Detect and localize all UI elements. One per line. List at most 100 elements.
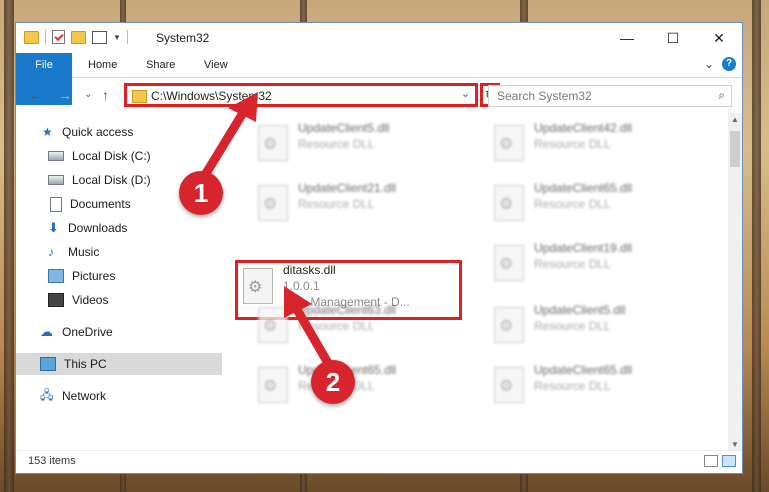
sidebar-item-music[interactable]: ♪ Music 📌 [16,241,244,263]
file-name: UpdateClient21.dll [298,181,397,195]
file-item[interactable]: UpdateClient65.dll Resource DLL [486,179,696,231]
search-icon[interactable]: ⌕ [718,88,725,103]
search-input[interactable]: Search System32 ⌕ [488,85,732,107]
sidebar-item-network[interactable]: 🖧 Network [16,385,236,407]
dll-file-icon [258,125,288,161]
sidebar-item-quick-access[interactable]: ★ Quick access [16,121,238,143]
minimize-button[interactable]: — [604,23,650,53]
quick-access-toolbar: ▼ [24,30,128,44]
disk-icon [48,175,64,185]
sidebar-item-pictures[interactable]: Pictures 📌 [16,265,244,287]
tab-share[interactable]: Share [132,53,189,77]
dll-file-icon [494,185,524,221]
folder-icon[interactable] [24,30,39,44]
address-path[interactable]: C:\Windows\System32 [151,89,272,103]
forward-button[interactable]: → [58,87,72,103]
sidebar-item-onedrive[interactable]: ☁ OneDrive [16,321,236,343]
status-bar: 153 items [16,450,742,473]
file-item[interactable]: UpdateClient65.dll Resource DLL [486,361,696,413]
expand-ribbon-chevron-icon[interactable]: ⌄ [704,57,714,71]
file-name: UpdateClient5.dll [298,121,390,135]
scrollbar-thumb[interactable] [730,131,740,167]
sidebar-item-videos[interactable]: Videos 📌 [16,289,244,311]
disk-icon [48,151,64,161]
dll-file-icon [258,307,288,343]
star-icon: ★ [42,125,53,139]
file-name: UpdateClient63.dll [298,303,397,317]
dll-file-icon [243,268,273,304]
item-count: 153 items [28,455,76,467]
customize-toolbar-chevron-icon[interactable]: ▼ [113,33,121,42]
file-description: Resource DLL [534,197,611,211]
file-item[interactable]: UpdateClient5.dll Resource DLL [486,301,696,353]
tab-view[interactable]: View [190,53,242,77]
help-icon[interactable]: ? [722,57,736,71]
folder-icon [132,90,147,103]
dll-file-icon [258,367,288,403]
sidebar-item-label: Pictures [72,269,116,283]
properties-icon[interactable] [52,30,65,44]
recent-locations-chevron-icon[interactable]: ⌄ [84,89,92,100]
sidebar-item-label: OneDrive [62,325,113,339]
computer-icon [40,357,56,371]
pictures-icon [48,269,64,283]
maximize-button[interactable]: ☐ [650,23,696,53]
file-description: Resource DLL [534,257,611,271]
step-marker-2: 2 [311,360,355,404]
sidebar-item-this-pc[interactable]: This PC [16,353,236,375]
dll-file-icon [494,125,524,161]
background-tree [4,0,14,492]
file-item[interactable]: UpdateClient5.dll Resource DLL [250,119,460,171]
scroll-up-arrow-icon[interactable]: ▲ [731,115,739,124]
dll-file-icon [494,367,524,403]
view-options-icon[interactable] [92,30,107,44]
window-controls: — ☐ ✕ [604,23,742,53]
videos-icon [48,293,64,307]
view-toggle [704,455,736,467]
file-name: UpdateClient19.dll [534,241,633,255]
close-button[interactable]: ✕ [696,23,742,53]
file-version: 1.0.0.1 [283,279,320,293]
file-list: UpdateClient5.dll Resource DLL UpdateCli… [222,113,728,451]
vertical-scrollbar[interactable]: ▲ ▼ [728,113,742,451]
sidebar-item-local-disk-c[interactable]: Local Disk (C:) 📌 [16,145,244,167]
sidebar-item-downloads[interactable]: ⬇ Downloads 📌 [16,217,244,239]
scroll-down-arrow-icon[interactable]: ▼ [731,440,739,449]
address-row: ← → ⌄ ↑ C:\Windows\System32 ⌄ ↻ Search S… [16,78,742,112]
file-item[interactable]: UpdateClient19.dll Resource DLL [486,239,696,291]
file-item[interactable]: UpdateClient63.dll Resource DLL [250,301,460,353]
details-view-icon[interactable] [704,455,718,467]
tab-home[interactable]: Home [74,53,131,77]
sidebar-item-label: Downloads [68,221,128,235]
sidebar-item-label: Documents [70,197,131,211]
sidebar-item-label: Videos [72,293,109,307]
file-description: Resource DLL [534,319,611,333]
new-folder-icon[interactable] [71,30,86,44]
file-name: ditasks.dll [283,263,336,277]
title-bar: ▼ System32 — ☐ ✕ [16,23,742,53]
large-icons-view-icon[interactable] [722,455,736,467]
file-name: UpdateClient65.dll [534,181,633,195]
file-item[interactable]: UpdateClient21.dll Resource DLL [250,179,460,231]
file-item[interactable]: UpdateClient65.dll Resource DLL [250,361,460,413]
file-item[interactable]: UpdateClient42.dll Resource DLL [486,119,696,171]
ribbon-bar: File Home Share View ⌄ ? [16,53,742,105]
background-tree [752,0,761,492]
sidebar-item-label: Quick access [62,125,134,139]
sidebar-item-label: Local Disk (C:) [72,149,151,163]
sidebar-item-label: This PC [64,357,107,371]
address-bar[interactable]: C:\Windows\System32 ⌄ [124,83,478,107]
file-name: UpdateClient42.dll [534,121,633,135]
cloud-icon: ☁ [40,324,53,339]
document-icon [50,196,62,212]
dll-file-icon [494,307,524,343]
file-description: Resource DLL [298,197,375,211]
file-description: Resource DLL [534,379,611,393]
up-button[interactable]: ↑ [102,87,109,103]
file-description: Resource DLL [298,137,375,151]
back-button[interactable]: ← [28,87,42,103]
file-description: Resource DLL [534,137,611,151]
address-dropdown-chevron-icon[interactable]: ⌄ [461,87,470,100]
toolbar-divider [45,30,46,44]
sidebar-item-label: Network [62,389,107,403]
